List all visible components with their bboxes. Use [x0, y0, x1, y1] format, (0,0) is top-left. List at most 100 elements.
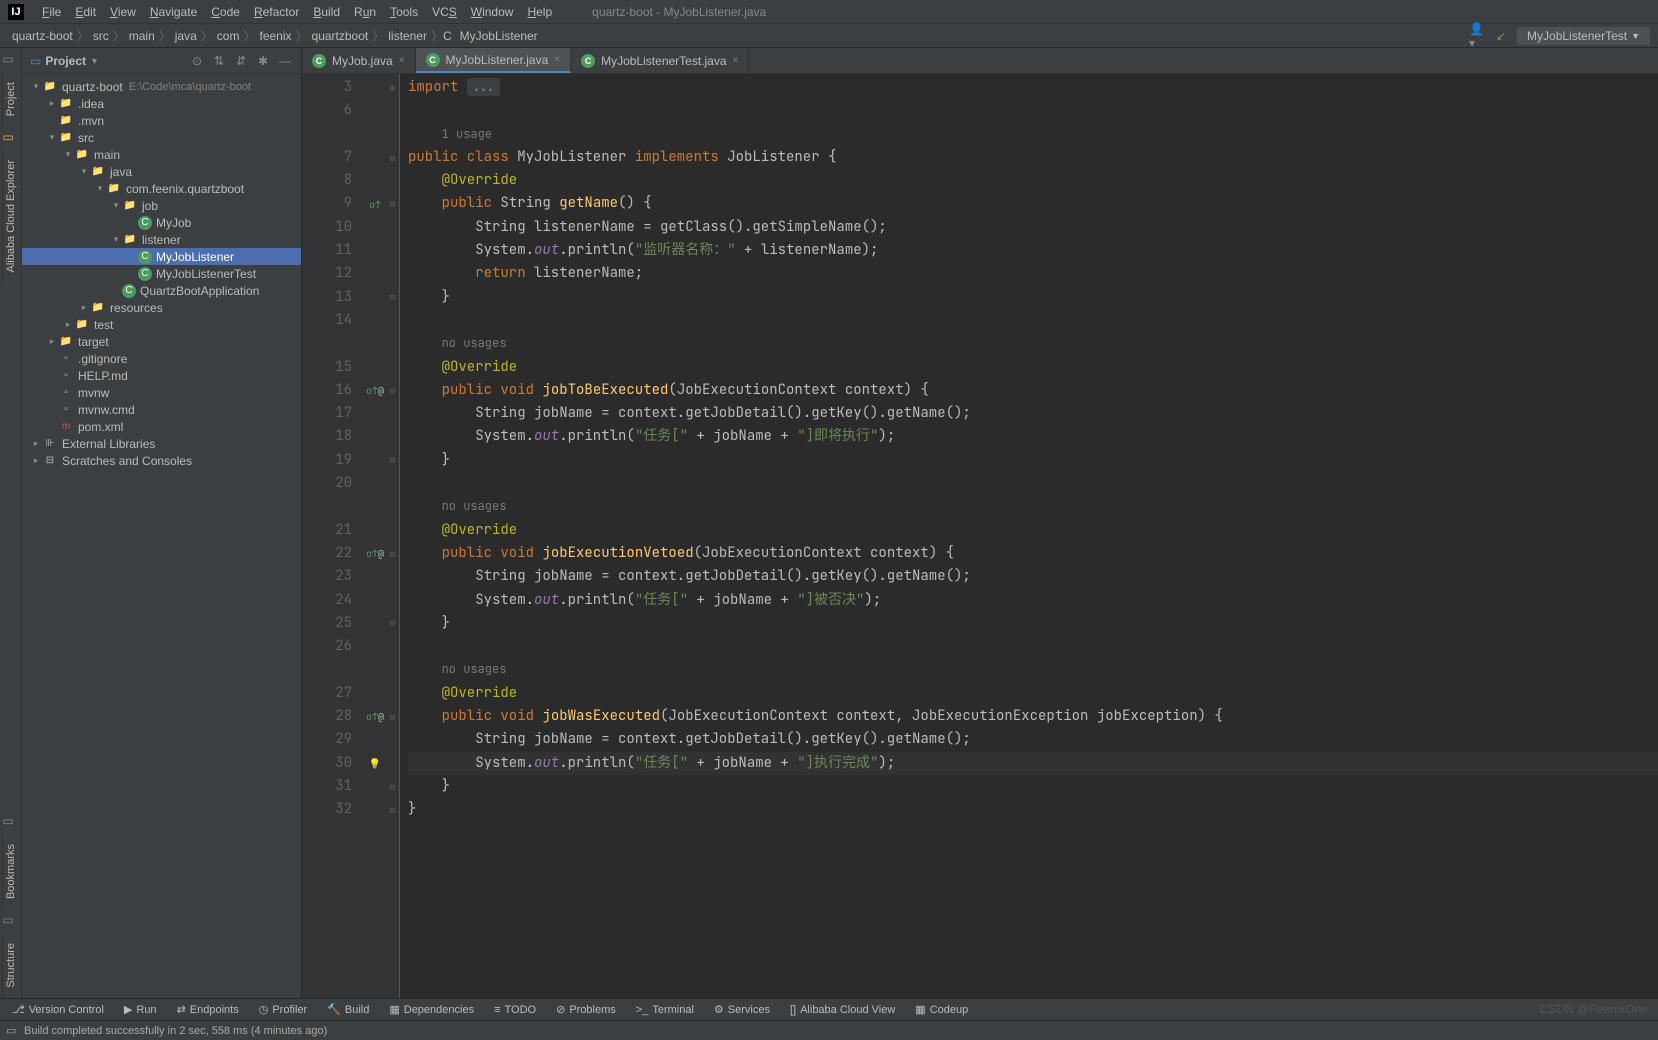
line-number[interactable]: 32 — [302, 798, 352, 821]
tree-node-external-libraries[interactable]: ▸⊪External Libraries — [22, 435, 301, 452]
menu-file[interactable]: File — [36, 3, 67, 21]
menu-help[interactable]: Help — [521, 3, 558, 21]
tree-node-mvnw[interactable]: ▫mvnw — [22, 384, 301, 401]
line-number[interactable]: 16 — [302, 379, 352, 402]
bottom-tab-codeup[interactable]: ▦Codeup — [907, 1003, 976, 1016]
menu-vcs[interactable]: VCS — [426, 3, 463, 21]
tree-twisty-icon[interactable]: ▸ — [30, 455, 42, 466]
project-strip-icon[interactable]: ▭ — [3, 52, 19, 68]
line-number[interactable]: 28 — [302, 705, 352, 728]
user-switch-icon[interactable]: 👤▾ — [1469, 28, 1485, 44]
fold-icon[interactable] — [386, 565, 399, 588]
code-line[interactable]: public void jobWasExecuted(JobExecutionC… — [408, 705, 1658, 728]
project-tree[interactable]: ▾📁quartz-bootE:\Code\mca\quartz-boot▸📁.i… — [22, 74, 301, 998]
tree-node-main[interactable]: ▾📁main — [22, 146, 301, 163]
gutter-mark[interactable] — [364, 216, 386, 239]
line-number[interactable]: 7 — [302, 146, 352, 169]
line-number[interactable]: 24 — [302, 589, 352, 612]
settings-icon[interactable]: ✱ — [255, 53, 271, 69]
bottom-tab-build[interactable]: 🔨Build — [319, 1003, 377, 1016]
fold-icon[interactable] — [386, 239, 399, 262]
line-number[interactable]: 6 — [302, 99, 352, 122]
code-line[interactable]: String listenerName = getClass().getSimp… — [408, 216, 1658, 239]
fold-icon[interactable] — [386, 356, 399, 379]
line-number[interactable]: 27 — [302, 682, 352, 705]
line-number[interactable]: 13 — [302, 286, 352, 309]
breadcrumb-item[interactable]: src — [89, 29, 113, 43]
fold-icon[interactable]: ⊟ — [386, 705, 399, 728]
vcs-update-icon[interactable]: ↙ — [1493, 28, 1509, 44]
tree-twisty-icon[interactable]: ▾ — [46, 132, 58, 143]
tree-node-src[interactable]: ▾📁src — [22, 129, 301, 146]
breadcrumb-item[interactable]: quartz-boot — [8, 29, 77, 43]
fold-icon[interactable] — [386, 332, 399, 355]
bottom-tab-services[interactable]: ⚙Services — [706, 1003, 778, 1016]
line-gutter[interactable]: 3678910111213141516171819202122232425262… — [302, 74, 364, 998]
menu-code[interactable]: Code — [205, 3, 246, 21]
gutter-mark[interactable] — [364, 658, 386, 681]
close-icon[interactable]: × — [554, 54, 560, 65]
tree-twisty-icon[interactable]: ▾ — [94, 183, 106, 194]
tree-node-myjoblistener[interactable]: CMyJobListener — [22, 248, 301, 265]
gutter-mark[interactable] — [364, 449, 386, 472]
gutter-mark[interactable] — [364, 99, 386, 122]
bottom-tab-terminal[interactable]: >_Terminal — [628, 1004, 702, 1016]
code-line[interactable]: String jobName = context.getJobDetail().… — [408, 728, 1658, 751]
fold-icon[interactable] — [386, 425, 399, 448]
code-line[interactable]: 1 usage — [408, 123, 1658, 146]
gutter-mark[interactable] — [364, 565, 386, 588]
hide-icon[interactable]: — — [277, 53, 293, 69]
code-line[interactable]: @Override — [408, 682, 1658, 705]
tree-node-listener[interactable]: ▾📁listener — [22, 231, 301, 248]
tree-node-myjoblistenertest[interactable]: CMyJobListenerTest — [22, 265, 301, 282]
code-line[interactable]: public void jobToBeExecuted(JobExecution… — [408, 379, 1658, 402]
fold-icon[interactable] — [386, 169, 399, 192]
gutter-mark[interactable]: o↑ @ — [364, 705, 386, 728]
code-line[interactable]: @Override — [408, 169, 1658, 192]
fold-icon[interactable]: ⊟ — [386, 379, 399, 402]
gutter-mark[interactable] — [364, 286, 386, 309]
tree-node-resources[interactable]: ▸📁resources — [22, 299, 301, 316]
tree-twisty-icon[interactable]: ▾ — [110, 200, 122, 211]
fold-icon[interactable] — [386, 635, 399, 658]
code-line[interactable]: public String getName() { — [408, 192, 1658, 215]
gutter-mark[interactable] — [364, 589, 386, 612]
tree-node-help-md[interactable]: ▫HELP.md — [22, 367, 301, 384]
strip-tab-project[interactable]: Project — [2, 72, 19, 126]
code-editor[interactable]: 3678910111213141516171819202122232425262… — [302, 74, 1658, 998]
close-icon[interactable]: × — [733, 55, 739, 66]
line-number[interactable]: 8 — [302, 169, 352, 192]
breadcrumb-item[interactable]: listener — [384, 29, 431, 43]
fold-icon[interactable] — [386, 216, 399, 239]
menu-run[interactable]: Run — [348, 3, 382, 21]
gutter-mark[interactable] — [364, 775, 386, 798]
code-line[interactable] — [408, 309, 1658, 332]
menu-edit[interactable]: Edit — [69, 3, 102, 21]
code-line[interactable]: } — [408, 612, 1658, 635]
fold-icon[interactable] — [386, 262, 399, 285]
fold-icon[interactable] — [386, 495, 399, 518]
tree-twisty-icon[interactable]: ▾ — [78, 166, 90, 177]
bottom-tab-endpoints[interactable]: ⇄Endpoints — [169, 1003, 247, 1016]
code-line[interactable] — [408, 472, 1658, 495]
tree-twisty-icon[interactable]: ▾ — [62, 149, 74, 160]
fold-icon[interactable] — [386, 682, 399, 705]
fold-icon[interactable] — [386, 589, 399, 612]
line-number[interactable]: 15 — [302, 356, 352, 379]
tree-node--gitignore[interactable]: ▫.gitignore — [22, 350, 301, 367]
tree-node-scratches-and-consoles[interactable]: ▸⊟Scratches and Consoles — [22, 452, 301, 469]
line-number[interactable]: 17 — [302, 402, 352, 425]
line-number[interactable] — [302, 123, 352, 146]
gutter-marks[interactable]: o↑o↑ @o↑ @o↑ @💡 — [364, 74, 386, 998]
tree-node--idea[interactable]: ▸📁.idea — [22, 95, 301, 112]
code-line[interactable]: System.out.println("任务[" + jobName + "]执… — [408, 752, 1658, 775]
fold-icon[interactable]: ⊟ — [386, 286, 399, 309]
line-number[interactable]: 14 — [302, 309, 352, 332]
menu-window[interactable]: Window — [465, 3, 520, 21]
gutter-mark[interactable] — [364, 356, 386, 379]
tree-node-myjob[interactable]: CMyJob — [22, 214, 301, 231]
tree-node--mvn[interactable]: 📁.mvn — [22, 112, 301, 129]
gutter-mark[interactable] — [364, 682, 386, 705]
code-line[interactable]: no usages — [408, 495, 1658, 518]
menu-tools[interactable]: Tools — [384, 3, 424, 21]
